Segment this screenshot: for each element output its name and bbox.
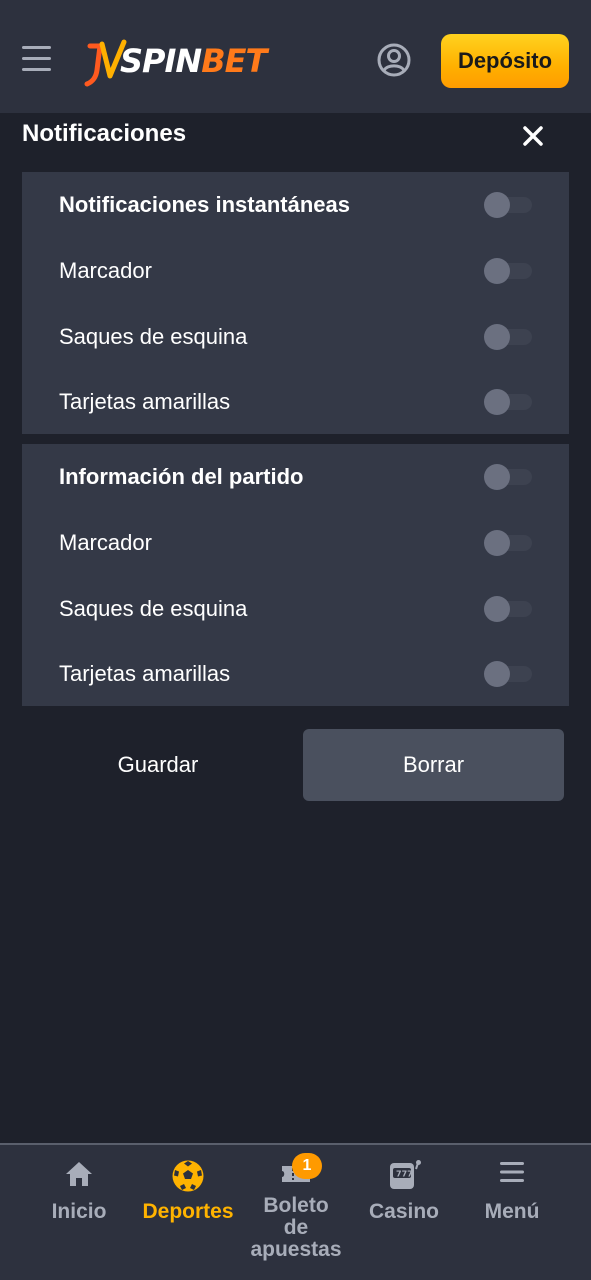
settings-row: Información del partido xyxy=(22,444,569,510)
settings-row: Tarjetas amarillas xyxy=(22,642,569,706)
match-info-section: Información del partido Marcador Saques … xyxy=(22,444,569,706)
nav-label: Boleto de apuestas xyxy=(237,1195,355,1261)
user-account-icon[interactable] xyxy=(376,42,412,78)
save-button[interactable]: Guardar xyxy=(22,729,294,801)
settings-row: Marcador xyxy=(22,238,569,304)
toggle-switch[interactable] xyxy=(484,324,532,350)
row-label: Saques de esquina xyxy=(59,324,248,349)
nav-label-line: Boleto xyxy=(263,1194,329,1217)
bet-slip-count-badge: 1 xyxy=(292,1153,322,1179)
row-label: Información del partido xyxy=(59,464,304,489)
deposit-button[interactable]: Depósito xyxy=(441,34,569,88)
toggle-switch[interactable] xyxy=(484,530,532,556)
toggle-switch[interactable] xyxy=(484,596,532,622)
nav-label-line: apuestas xyxy=(250,1238,342,1261)
settings-row: Saques de esquina xyxy=(22,304,569,370)
instant-notifications-section: Notificaciones instantáneas Marcador Saq… xyxy=(22,172,569,434)
row-label: Marcador xyxy=(59,258,152,283)
home-icon xyxy=(64,1159,94,1194)
nav-label-line: de xyxy=(283,1216,309,1239)
settings-row: Marcador xyxy=(22,510,569,576)
nav-label: Casino xyxy=(368,1200,439,1223)
toggle-switch[interactable] xyxy=(484,192,532,218)
toggle-switch[interactable] xyxy=(484,464,532,490)
nav-label: Deportes xyxy=(142,1200,234,1223)
settings-row: Notificaciones instantáneas xyxy=(22,172,569,238)
row-label: Saques de esquina xyxy=(59,596,248,621)
nav-label: Inicio xyxy=(51,1200,107,1223)
top-header: SPINBET Depósito xyxy=(0,0,591,113)
row-label: Tarjetas amarillas xyxy=(59,389,231,414)
menu-icon xyxy=(498,1159,526,1190)
settings-row: Tarjetas amarillas xyxy=(22,370,569,434)
page-title: Notificaciones xyxy=(22,120,187,147)
hamburger-menu-icon[interactable] xyxy=(22,46,52,74)
nav-label: Menú xyxy=(484,1200,540,1223)
settings-row: Saques de esquina xyxy=(22,576,569,642)
svg-text:777: 777 xyxy=(396,1170,413,1179)
toggle-switch[interactable] xyxy=(484,389,532,415)
soccer-ball-icon xyxy=(171,1159,205,1198)
bottom-navigation: Inicio Deportes Boleto de apuestas 1 777… xyxy=(0,1143,591,1280)
row-label: Notificaciones instantáneas xyxy=(59,192,350,217)
toggle-switch[interactable] xyxy=(484,258,532,284)
close-icon[interactable] xyxy=(520,123,546,149)
row-label: Tarjetas amarillas xyxy=(59,661,231,686)
toggle-switch[interactable] xyxy=(484,661,532,687)
row-label: Marcador xyxy=(59,530,152,555)
clear-button[interactable]: Borrar xyxy=(303,729,564,801)
spinbet-logo[interactable]: SPINBET xyxy=(84,36,267,90)
logo-spin-text: SPIN xyxy=(120,42,202,80)
slot-machine-icon: 777 xyxy=(387,1159,421,1196)
logo-bet-text: BET xyxy=(201,42,267,80)
